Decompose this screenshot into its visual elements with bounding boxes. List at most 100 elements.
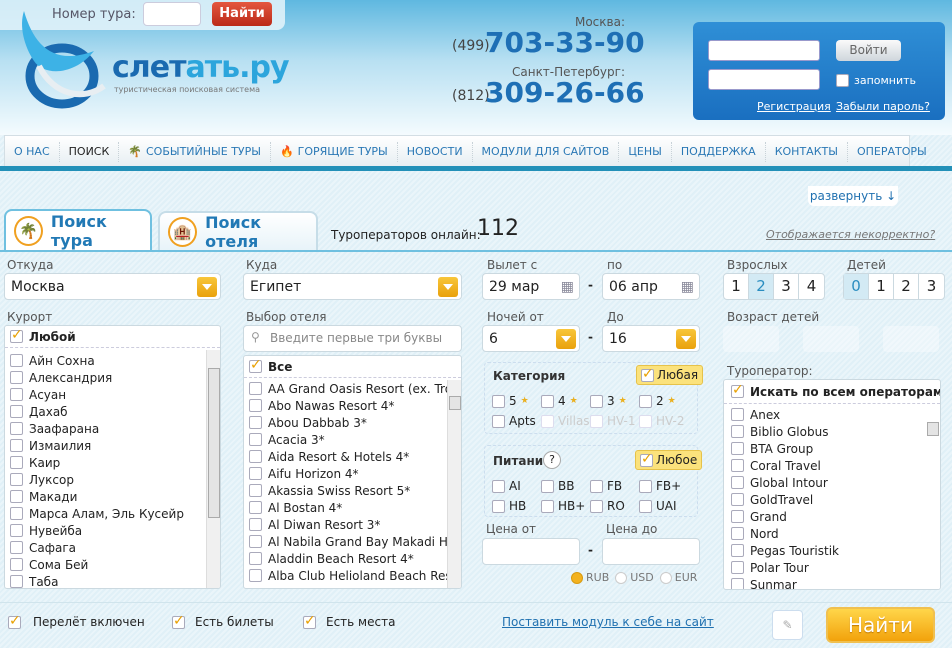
list-item[interactable]: Дахаб	[5, 403, 220, 420]
checkbox[interactable]	[10, 456, 23, 469]
checkbox[interactable]	[249, 433, 262, 446]
tab-tour-search[interactable]: 🌴 Поиск тура	[4, 209, 152, 251]
to-select[interactable]: Египет	[243, 273, 462, 300]
nav-event-tours[interactable]: 🌴 СОБЫТИЙНЫЕ ТУРЫ	[119, 141, 271, 162]
category-any[interactable]: Любая	[636, 365, 704, 385]
meal-help-icon[interactable]: ?	[543, 451, 561, 469]
nav-modules[interactable]: МОДУЛИ ДЛЯ САЙТОВ	[473, 141, 620, 162]
option-category[interactable]: 3 ★	[590, 394, 627, 408]
list-item[interactable]: Измаилия	[5, 437, 220, 454]
option-meal[interactable]: FB+	[639, 479, 681, 493]
logo-bird-icon[interactable]	[14, 6, 109, 116]
list-item[interactable]: Луксор	[5, 471, 220, 488]
list-item[interactable]: Nord	[724, 525, 940, 542]
option-adults[interactable]: 3	[774, 274, 799, 299]
checkbox[interactable]	[249, 399, 262, 412]
tickets-checkbox[interactable]: Есть билеты	[172, 613, 274, 629]
seats-checkbox[interactable]: Есть места	[303, 613, 395, 629]
checkbox[interactable]	[249, 450, 262, 463]
checkbox[interactable]	[303, 613, 316, 629]
list-item[interactable]: Aida Resort & Hotels 4*	[244, 448, 461, 465]
checkbox[interactable]	[541, 499, 554, 513]
chevron-down-icon[interactable]	[438, 277, 458, 297]
remember-box[interactable]	[836, 74, 849, 87]
nav-news[interactable]: НОВОСТИ	[398, 141, 473, 162]
module-link[interactable]: Поставить модуль к себе на сайт	[502, 615, 714, 629]
list-item[interactable]: Anex	[724, 406, 940, 423]
checkbox[interactable]	[249, 569, 262, 582]
register-link[interactable]: Регистрация	[757, 100, 831, 113]
option-category[interactable]: 2 ★	[639, 394, 676, 408]
hotel-scrollbar[interactable]	[447, 380, 461, 588]
child-age-select-1[interactable]	[723, 326, 779, 352]
calendar-icon[interactable]: ▦	[561, 279, 574, 295]
checkbox[interactable]	[639, 479, 652, 493]
list-item[interactable]: AA Grand Oasis Resort (ex. Tro	[244, 380, 461, 397]
checkbox[interactable]	[10, 473, 23, 486]
resort-any[interactable]: Любой	[5, 326, 220, 348]
checkbox[interactable]	[10, 490, 23, 503]
resort-scrollbar[interactable]	[206, 350, 220, 588]
checkbox[interactable]	[249, 467, 262, 480]
checkbox[interactable]	[731, 382, 744, 398]
list-item[interactable]: Таба	[5, 573, 220, 588]
chevron-down-icon[interactable]	[676, 329, 696, 349]
checkbox[interactable]	[731, 544, 744, 557]
nights-from-select[interactable]: 6	[482, 325, 580, 352]
radio[interactable]	[615, 571, 628, 584]
checkbox[interactable]	[249, 535, 262, 548]
checkbox[interactable]	[731, 493, 744, 506]
nav-contacts[interactable]: КОНТАКТЫ	[766, 141, 848, 162]
checkbox[interactable]	[10, 524, 23, 537]
checkbox[interactable]	[10, 575, 23, 588]
list-item[interactable]: Abo Nawas Resort 4*	[244, 397, 461, 414]
checkbox[interactable]	[731, 442, 744, 455]
checkbox[interactable]	[641, 366, 654, 382]
checkbox[interactable]	[731, 459, 744, 472]
checkbox[interactable]	[731, 527, 744, 540]
list-item[interactable]: Айн Сохна	[5, 352, 220, 369]
checkbox[interactable]	[249, 484, 262, 497]
checkbox[interactable]	[492, 414, 505, 428]
checkbox[interactable]	[10, 388, 23, 401]
remember-checkbox[interactable]: запомнить	[836, 74, 916, 87]
checkbox[interactable]	[10, 422, 23, 435]
list-item[interactable]: Каир	[5, 454, 220, 471]
checkbox[interactable]	[639, 499, 652, 513]
from-select[interactable]: Москва	[4, 273, 221, 300]
checkbox[interactable]	[249, 552, 262, 565]
checkbox[interactable]	[541, 479, 554, 493]
eraser-icon[interactable]: ✎	[772, 610, 803, 640]
list-item[interactable]: GoldTravel	[724, 491, 940, 508]
option-meal[interactable]: RO	[590, 499, 625, 513]
login-button[interactable]: Войти	[836, 40, 901, 61]
child-age-select-3[interactable]	[883, 326, 939, 352]
checkbox[interactable]	[10, 507, 23, 520]
currency-eur[interactable]: EUR	[659, 571, 697, 584]
calendar-icon[interactable]: ▦	[681, 279, 694, 295]
price-to-input[interactable]	[602, 538, 700, 565]
price-from-input[interactable]	[482, 538, 580, 565]
list-item[interactable]: Сома Бей	[5, 556, 220, 573]
hotel-all[interactable]: Все	[244, 356, 461, 378]
option-adults[interactable]: 2	[749, 274, 774, 299]
checkbox[interactable]	[590, 499, 603, 513]
list-item[interactable]: Aifu Horizon 4*	[244, 465, 461, 482]
list-item[interactable]: Заафарана	[5, 420, 220, 437]
list-item[interactable]: Al Nabila Grand Bay Makadi Hot	[244, 533, 461, 550]
option-meal[interactable]: FB	[590, 479, 622, 493]
list-item[interactable]: Нувейба	[5, 522, 220, 539]
checkbox[interactable]	[731, 408, 744, 421]
password-input[interactable]	[708, 69, 820, 90]
list-item[interactable]: Biblio Globus	[724, 423, 940, 440]
list-item[interactable]: BTA Group	[724, 440, 940, 457]
checkbox[interactable]	[731, 510, 744, 523]
nights-to-select[interactable]: 16	[602, 325, 700, 352]
checkbox[interactable]	[249, 416, 262, 429]
nav-prices[interactable]: ЦЕНЫ	[619, 141, 672, 162]
checkbox[interactable]	[8, 613, 21, 629]
option-meal[interactable]: UAI	[639, 499, 677, 513]
list-item[interactable]: Марса Алам, Эль Кусейр	[5, 505, 220, 522]
depart-from-input[interactable]: 29 мар ▦	[482, 273, 580, 300]
operator-all[interactable]: Искать по всем операторам	[724, 380, 940, 404]
